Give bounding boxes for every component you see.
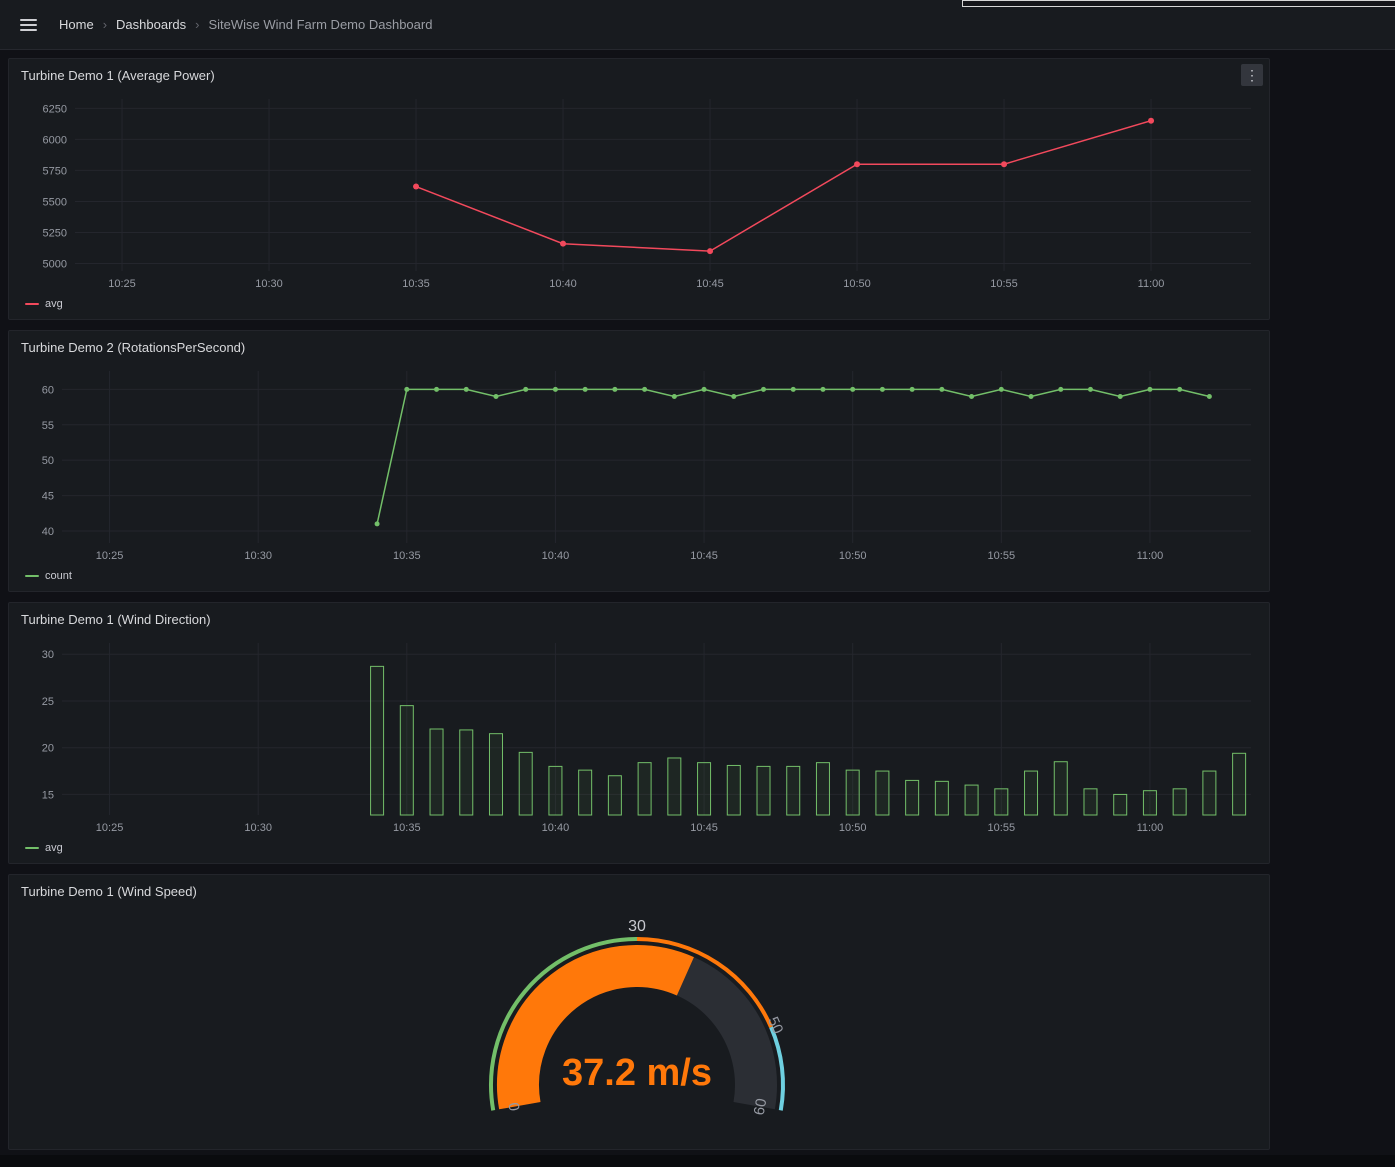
svg-text:11:00: 11:00 <box>1138 278 1165 290</box>
svg-text:10:40: 10:40 <box>542 822 570 834</box>
svg-text:10:40: 10:40 <box>549 278 577 290</box>
svg-text:10:45: 10:45 <box>696 278 724 290</box>
gauge-container: 030506037.2 m/s <box>17 907 1261 1145</box>
breadcrumb-separator: › <box>103 17 107 32</box>
svg-text:10:35: 10:35 <box>393 822 421 834</box>
panel-header: Turbine Demo 1 (Wind Speed) <box>17 875 1261 907</box>
legend-swatch <box>25 847 39 849</box>
svg-text:37.2 m/s: 37.2 m/s <box>562 1052 712 1094</box>
svg-text:60: 60 <box>42 384 54 396</box>
panel-average-power: Turbine Demo 1 (Average Power) ⋮ 10:2510… <box>8 58 1270 320</box>
svg-text:60: 60 <box>751 1097 771 1116</box>
legend: avg <box>17 839 1261 859</box>
svg-text:5500: 5500 <box>43 196 67 208</box>
svg-text:11:00: 11:00 <box>1137 550 1164 562</box>
panel-title[interactable]: Turbine Demo 1 (Average Power) <box>21 68 215 83</box>
legend: count <box>17 567 1261 587</box>
breadcrumb: Home › Dashboards › SiteWise Wind Farm D… <box>59 17 432 32</box>
svg-text:45: 45 <box>42 491 54 503</box>
svg-text:55: 55 <box>42 420 54 432</box>
svg-text:10:30: 10:30 <box>255 278 283 290</box>
svg-text:40: 40 <box>42 526 54 538</box>
svg-text:10:55: 10:55 <box>988 550 1016 562</box>
svg-text:10:55: 10:55 <box>990 278 1018 290</box>
menu-toggle-button[interactable] <box>16 15 41 35</box>
svg-text:10:25: 10:25 <box>96 822 124 834</box>
top-right-input-fragment <box>962 0 1395 7</box>
svg-text:10:35: 10:35 <box>402 278 430 290</box>
svg-text:6250: 6250 <box>43 103 67 115</box>
wind-speed-gauge: 030506037.2 m/s <box>17 907 1261 1145</box>
average-power-chart[interactable]: 10:25 10:30 10:35 10:40 10:45 10:50 10:55 11:00… <box>17 91 1261 295</box>
svg-text:6000: 6000 <box>43 134 67 146</box>
svg-text:10:25: 10:25 <box>96 550 124 562</box>
panel-wind-speed: Turbine Demo 1 (Wind Speed) 030506037.2 … <box>8 874 1270 1150</box>
kebab-icon: ⋮ <box>1245 67 1259 83</box>
svg-text:5000: 5000 <box>43 259 67 271</box>
svg-text:5750: 5750 <box>43 165 67 177</box>
svg-text:0: 0 <box>504 1101 522 1112</box>
nav-bar: Home › Dashboards › SiteWise Wind Farm D… <box>0 0 1395 50</box>
legend-swatch <box>25 575 39 577</box>
svg-text:25: 25 <box>42 696 54 708</box>
wind-direction-chart[interactable]: 10:25 10:30 10:35 10:40 10:45 10:50 10:55 11:00… <box>17 635 1261 839</box>
panel-menu-button[interactable]: ⋮ <box>1241 64 1263 86</box>
svg-text:15: 15 <box>42 789 54 801</box>
panel-title[interactable]: Turbine Demo 1 (Wind Speed) <box>21 884 197 899</box>
panel-header: Turbine Demo 1 (Wind Direction) <box>17 603 1261 635</box>
dashboard-canvas: Turbine Demo 1 (Average Power) ⋮ 10:2510… <box>0 50 1395 1150</box>
svg-text:10:40: 10:40 <box>542 550 570 562</box>
svg-text:5250: 5250 <box>43 228 67 240</box>
bottom-bar <box>0 1155 1395 1167</box>
svg-text:10:30: 10:30 <box>244 822 272 834</box>
svg-text:10:35: 10:35 <box>393 550 421 562</box>
svg-text:10:50: 10:50 <box>843 278 871 290</box>
panel-title[interactable]: Turbine Demo 1 (Wind Direction) <box>21 612 211 627</box>
breadcrumb-current-dashboard: SiteWise Wind Farm Demo Dashboard <box>208 17 432 32</box>
breadcrumb-separator: › <box>195 17 199 32</box>
breadcrumb-home[interactable]: Home <box>59 17 94 32</box>
panel-wind-direction: Turbine Demo 1 (Wind Direction) 10:2510:… <box>8 602 1270 864</box>
panel-rotations-per-second: Turbine Demo 2 (RotationsPerSecond) 10:2… <box>8 330 1270 592</box>
legend-swatch <box>25 303 39 305</box>
panel-header: Turbine Demo 2 (RotationsPerSecond) <box>17 331 1261 363</box>
legend-label-count[interactable]: count <box>45 570 72 582</box>
svg-text:10:30: 10:30 <box>244 550 272 562</box>
svg-text:30: 30 <box>628 918 646 935</box>
svg-text:10:55: 10:55 <box>988 822 1016 834</box>
breadcrumb-dashboards[interactable]: Dashboards <box>116 17 186 32</box>
panel-title[interactable]: Turbine Demo 2 (RotationsPerSecond) <box>21 340 245 355</box>
svg-text:10:25: 10:25 <box>108 278 136 290</box>
legend-label-avg[interactable]: avg <box>45 842 63 854</box>
svg-text:20: 20 <box>42 743 54 755</box>
svg-text:30: 30 <box>42 649 54 661</box>
rotations-chart[interactable]: 10:25 10:30 10:35 10:40 10:45 10:50 10:55 11:00… <box>17 363 1261 567</box>
svg-text:10:45: 10:45 <box>690 822 718 834</box>
svg-text:10:45: 10:45 <box>690 550 718 562</box>
svg-text:50: 50 <box>42 455 54 467</box>
svg-text:10:50: 10:50 <box>839 822 867 834</box>
legend: avg <box>17 295 1261 315</box>
svg-text:10:50: 10:50 <box>839 550 867 562</box>
panel-header: Turbine Demo 1 (Average Power) <box>17 59 1261 91</box>
svg-text:11:00: 11:00 <box>1137 822 1164 834</box>
hamburger-icon <box>20 19 37 21</box>
legend-label-avg[interactable]: avg <box>45 298 63 310</box>
